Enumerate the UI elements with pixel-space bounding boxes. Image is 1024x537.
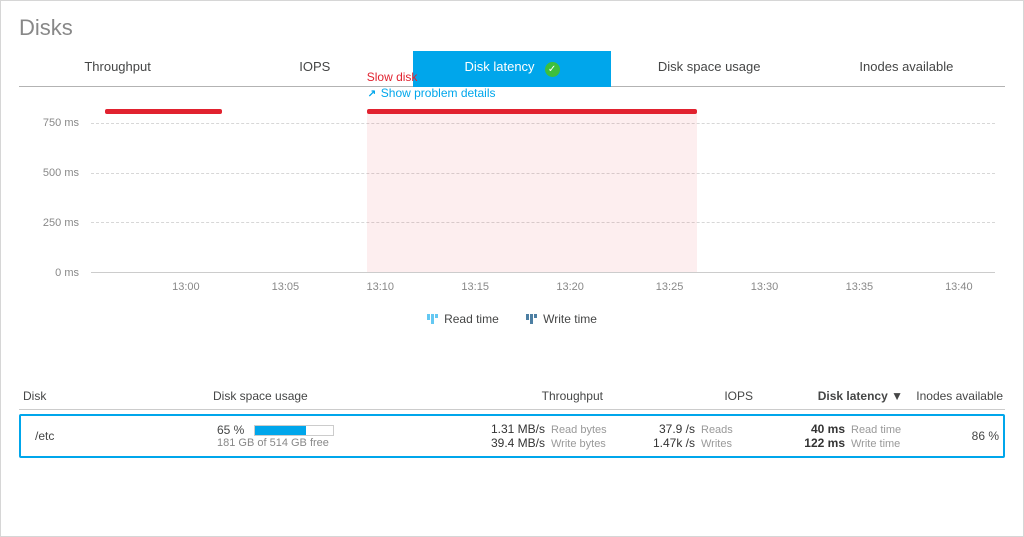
cell-disk: /etc <box>27 429 217 443</box>
x-tick: 13:30 <box>751 281 779 293</box>
cell-inodes: 86 % <box>907 429 1007 443</box>
chart-legend: Read time Write time <box>19 309 1005 326</box>
x-tick: 13:25 <box>656 281 684 293</box>
th-inodes[interactable]: Inodes available <box>903 389 1003 403</box>
problem-marker <box>105 109 223 114</box>
x-tick: 13:40 <box>945 281 973 293</box>
y-tick: 750 ms <box>43 117 79 129</box>
legend-read-label: Read time <box>444 312 499 326</box>
legend-write: Write time <box>526 312 597 326</box>
read-swatch-icon <box>427 314 438 324</box>
th-iops[interactable]: IOPS <box>603 389 753 403</box>
disks-table: Disk Disk space usage Throughput IOPS Di… <box>19 383 1005 458</box>
tab-space[interactable]: Disk space usage <box>611 51 808 87</box>
x-tick: 13:00 <box>172 281 200 293</box>
x-tick: 13:20 <box>556 281 584 293</box>
x-tick: 13:05 <box>272 281 300 293</box>
y-tick: 500 ms <box>43 167 79 179</box>
chart-plot-area[interactable] <box>91 113 995 273</box>
legend-write-label: Write time <box>543 312 597 326</box>
table-row[interactable]: /etc 65 % 181 GB of 514 GB free 1.31 MB/… <box>19 414 1005 458</box>
tab-inodes[interactable]: Inodes available <box>808 51 1005 87</box>
show-problem-details-link[interactable]: Show problem details <box>367 85 496 101</box>
usage-free: 181 GB of 514 GB free <box>217 437 437 449</box>
write-swatch-icon <box>526 314 537 324</box>
table-header: Disk Disk space usage Throughput IOPS Di… <box>19 383 1005 410</box>
usage-pct: 65 % <box>217 423 244 437</box>
cell-iops: 37.9 /sReads 1.47k /sWrites <box>607 422 757 450</box>
x-tick: 13:35 <box>846 281 874 293</box>
cell-throughput: 1.31 MB/sRead bytes 39.4 MB/sWrite bytes <box>437 422 607 450</box>
check-icon: ✓ <box>545 62 560 77</box>
x-tick: 13:10 <box>367 281 395 293</box>
th-latency[interactable]: Disk latency ▼ <box>753 389 903 403</box>
y-axis: 0 ms250 ms500 ms750 ms <box>19 113 79 273</box>
problem-title: Slow disk <box>367 69 496 85</box>
disks-panel: Disks ThroughputIOPSDisk latency✓Disk sp… <box>0 0 1024 537</box>
problem-annotation: Slow disk Show problem details <box>367 69 496 101</box>
usage-bar <box>254 425 334 436</box>
legend-read: Read time <box>427 312 499 326</box>
page-title: Disks <box>19 15 1005 41</box>
th-throughput[interactable]: Throughput <box>433 389 603 403</box>
cell-space: 65 % 181 GB of 514 GB free <box>217 423 437 449</box>
latency-chart: 0 ms250 ms500 ms750 ms Slow disk Show pr… <box>19 113 1005 339</box>
y-tick: 0 ms <box>55 267 79 279</box>
sort-desc-icon: ▼ <box>891 389 903 403</box>
y-tick: 250 ms <box>43 217 79 229</box>
tab-throughput[interactable]: Throughput <box>19 51 216 87</box>
th-disk[interactable]: Disk <box>23 389 213 403</box>
problem-shade <box>367 113 697 272</box>
x-tick: 13:15 <box>461 281 489 293</box>
x-axis: 13:00 13:05 13:10 13:15 13:20 13:25 13:30 13:35… <box>91 281 995 297</box>
tabs: ThroughputIOPSDisk latency✓Disk space us… <box>19 51 1005 87</box>
cell-latency: 40 msRead time 122 msWrite time <box>757 422 907 450</box>
th-space[interactable]: Disk space usage <box>213 389 433 403</box>
